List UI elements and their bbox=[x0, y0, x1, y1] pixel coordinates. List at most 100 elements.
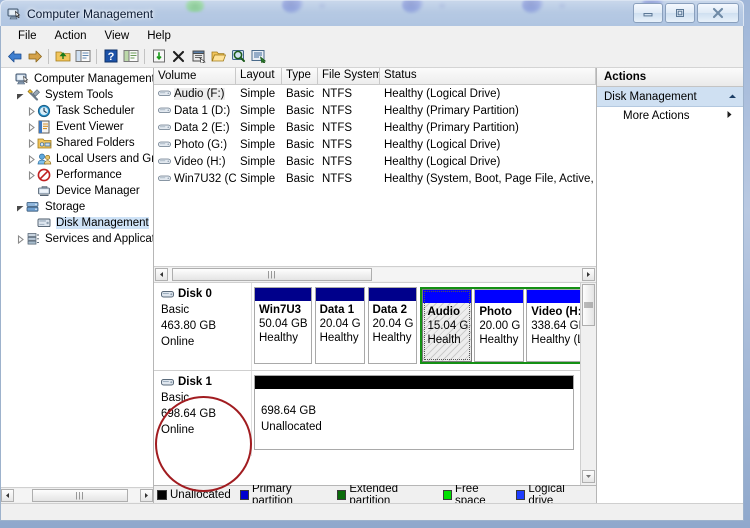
volume-scroll-thumb[interactable]: ||| bbox=[172, 268, 372, 281]
window-titlebar[interactable]: Computer Management bbox=[0, 0, 744, 26]
tree-item-performance[interactable]: Performance bbox=[4, 167, 153, 183]
partition-data1[interactable]: Data 1 20.04 G Healthy bbox=[314, 287, 365, 364]
partition-text: Win7U3 50.04 GB Healthy bbox=[255, 301, 311, 363]
scroll-left-arrow-icon[interactable] bbox=[155, 268, 168, 281]
volume-name: Video (H:) bbox=[174, 155, 226, 168]
volume-cell-name: Audio (F:) bbox=[154, 87, 236, 100]
legend-swatch bbox=[442, 489, 452, 500]
tree-item-shared-folders[interactable]: Shared Folders bbox=[4, 135, 153, 151]
expander-closed-icon[interactable] bbox=[26, 170, 37, 181]
scroll-left-arrow-icon[interactable] bbox=[1, 489, 14, 502]
volume-row[interactable]: Video (H:) Simple Basic NTFS Healthy (Logica… bbox=[154, 153, 596, 170]
tree-item-label: Storage bbox=[45, 201, 86, 213]
legend-item-unallocated: Unallocated bbox=[157, 489, 231, 501]
column-header-status[interactable]: Status bbox=[380, 68, 596, 84]
actions-group-disk-management[interactable]: Disk Management bbox=[597, 87, 743, 107]
expander-closed-icon[interactable] bbox=[26, 106, 37, 117]
services-icon bbox=[26, 232, 42, 246]
column-header-filesystem[interactable]: File System bbox=[318, 68, 380, 84]
minimize-button[interactable] bbox=[633, 3, 663, 23]
tree-item-local-users-and-gro[interactable]: Local Users and Gro bbox=[4, 151, 153, 167]
partition-win7u3[interactable]: Win7U3 50.04 GB Healthy bbox=[254, 287, 312, 364]
menu-file[interactable]: File bbox=[9, 28, 46, 44]
expander-closed-icon[interactable] bbox=[26, 138, 37, 149]
partition-videoh[interactable]: Video (H: 338.64 GB Healthy (L bbox=[526, 289, 580, 362]
expander-closed-icon[interactable] bbox=[26, 122, 37, 133]
delete-icon[interactable] bbox=[169, 47, 188, 66]
expander-closed-icon[interactable] bbox=[26, 154, 37, 165]
column-header-type[interactable]: Type bbox=[282, 68, 318, 84]
volume-row[interactable]: Win7U32 (C:) Simple Basic NTFS Healthy (Syst… bbox=[154, 170, 596, 187]
disk-0-info[interactable]: Disk 0 Basic 463.80 GB Online bbox=[154, 283, 252, 370]
volume-scroll-track[interactable]: ||| bbox=[168, 268, 582, 281]
tree-item-system-tools[interactable]: System Tools bbox=[4, 87, 153, 103]
volume-row[interactable]: Data 2 (E:) Simple Basic NTFS Healthy (Prima… bbox=[154, 119, 596, 136]
actions-item-more-actions[interactable]: More Actions bbox=[597, 107, 743, 125]
chevron-right-icon[interactable] bbox=[726, 110, 733, 122]
window-body: File Action View Help ? Computer Managem… bbox=[0, 26, 744, 521]
chevron-up-icon[interactable] bbox=[728, 91, 737, 103]
partition-size: 20.04 G bbox=[319, 318, 361, 330]
volume-list-header: Volume Layout Type File System Status bbox=[154, 68, 596, 85]
scroll-down-arrow-icon[interactable] bbox=[582, 470, 595, 483]
forward-icon[interactable] bbox=[25, 47, 44, 66]
rescan-disks-icon[interactable] bbox=[229, 47, 248, 66]
volume-cell-status: Healthy (Logical Drive) bbox=[384, 155, 501, 168]
expander-open-icon[interactable] bbox=[15, 202, 26, 213]
back-icon[interactable] bbox=[5, 47, 24, 66]
unallocated-partition[interactable]: 698.64 GB Unallocated bbox=[254, 375, 574, 450]
tree-item-computer-management[interactable]: Computer Management bbox=[4, 71, 153, 87]
volume-row[interactable]: Photo (G:) Simple Basic NTFS Healthy (Logica… bbox=[154, 136, 596, 153]
disk-1-info[interactable]: Disk 1 Basic 698.64 GB Online bbox=[154, 371, 252, 456]
menu-help[interactable]: Help bbox=[138, 28, 180, 44]
expander-open-icon[interactable] bbox=[15, 90, 26, 101]
disk-row-1[interactable]: Disk 1 Basic 698.64 GB Online 698.64 GB … bbox=[154, 371, 580, 456]
volume-row[interactable]: Audio (F:) Simple Basic NTFS Healthy (Logica… bbox=[154, 85, 596, 102]
tree-scroll-track[interactable]: ||| bbox=[14, 489, 140, 502]
partition-audio[interactable]: Audio 15.04 G Health bbox=[422, 289, 473, 362]
tree-item-storage[interactable]: Storage bbox=[4, 199, 153, 215]
disk-view-scroll-thumb[interactable] bbox=[582, 284, 595, 326]
menu-view[interactable]: View bbox=[96, 28, 139, 44]
maximize-button[interactable] bbox=[665, 3, 695, 23]
show-hide-action-pane-icon[interactable] bbox=[121, 47, 140, 66]
refresh-icon[interactable] bbox=[149, 47, 168, 66]
properties-icon[interactable] bbox=[189, 47, 208, 66]
column-header-volume[interactable]: Volume bbox=[154, 68, 236, 84]
expander-closed-icon[interactable] bbox=[15, 234, 26, 245]
scroll-right-arrow-icon[interactable] bbox=[582, 268, 595, 281]
tree-item-task-scheduler[interactable]: Task Scheduler bbox=[4, 103, 153, 119]
disk-0-capacity: 463.80 GB bbox=[161, 320, 216, 332]
tree-scroll-thumb[interactable]: ||| bbox=[32, 489, 128, 502]
legend-item-logical-drive: Logical drive bbox=[516, 483, 587, 503]
volume-list-horizontal-scrollbar[interactable]: ||| bbox=[154, 266, 596, 283]
partition-data2[interactable]: Data 2 20.04 G Healthy bbox=[367, 287, 418, 364]
disk-view-vertical-scrollbar[interactable] bbox=[580, 283, 596, 485]
tree-item-device-manager[interactable]: Device Manager bbox=[4, 183, 153, 199]
partition-photo[interactable]: Photo 20.00 G Healthy bbox=[474, 289, 525, 362]
tree-item-services-and-applicat[interactable]: Services and Applicat bbox=[4, 231, 153, 247]
volume-row[interactable]: Data 1 (D:) Simple Basic NTFS Healthy (Prima… bbox=[154, 102, 596, 119]
tree-item-event-viewer[interactable]: Event Viewer bbox=[4, 119, 153, 135]
volume-cell-type: Basic bbox=[286, 87, 315, 100]
tree-item-disk-management[interactable]: Disk Management bbox=[4, 215, 153, 231]
column-header-layout[interactable]: Layout bbox=[236, 68, 282, 84]
show-hide-tree-icon[interactable] bbox=[73, 47, 92, 66]
all-tasks-icon[interactable] bbox=[249, 47, 268, 66]
tree-horizontal-scrollbar[interactable]: ||| bbox=[1, 487, 153, 503]
open-icon[interactable] bbox=[209, 47, 228, 66]
partition-status: Healthy (L bbox=[531, 334, 580, 346]
volume-cell-filesystem: NTFS bbox=[322, 121, 353, 134]
partition-status: Healthy bbox=[372, 332, 412, 344]
event-viewer-icon bbox=[37, 120, 53, 134]
disk-row-0[interactable]: Disk 0 Basic 463.80 GB Online Win7U3 50.0… bbox=[154, 283, 580, 371]
up-one-level-icon[interactable] bbox=[53, 47, 72, 66]
help-icon[interactable]: ? bbox=[101, 47, 120, 66]
legend-item-extended-partition: Extended partition bbox=[337, 483, 434, 503]
disk-1-title-line: Disk 1 bbox=[161, 376, 251, 388]
scroll-right-arrow-icon[interactable] bbox=[140, 489, 153, 502]
close-button[interactable] bbox=[697, 3, 739, 23]
navigation-tree[interactable]: Computer Management System Tools Task Sche… bbox=[1, 68, 153, 487]
disk-1-state: Online bbox=[161, 424, 195, 436]
menu-action[interactable]: Action bbox=[46, 28, 96, 44]
